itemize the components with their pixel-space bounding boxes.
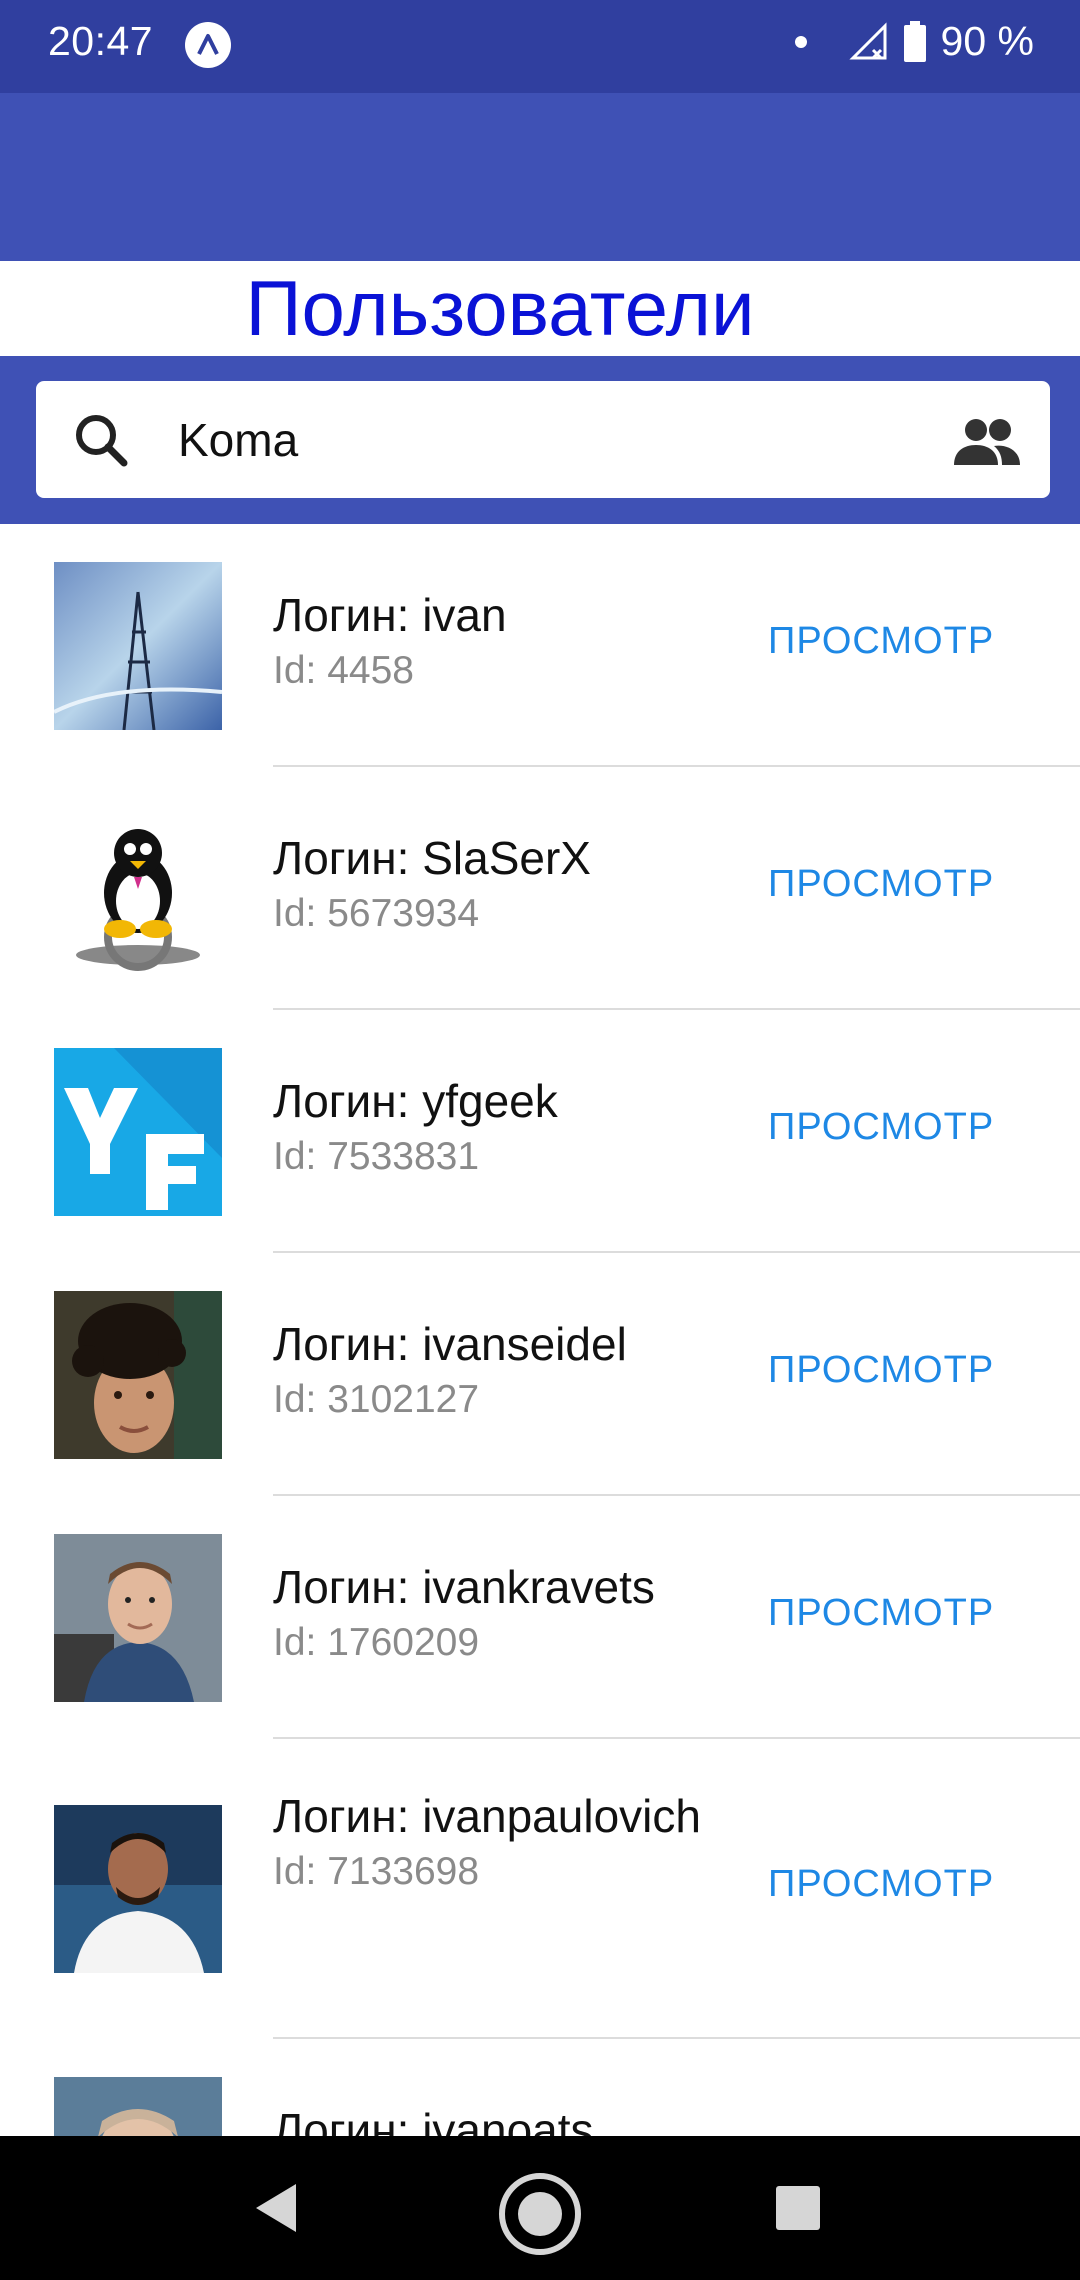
user-login: Логин: ivanoats bbox=[273, 2104, 594, 2136]
item-text: Логин: ivanseidel Id: 3102127 bbox=[273, 1315, 733, 1425]
avatar bbox=[54, 805, 222, 973]
avatar bbox=[54, 562, 222, 730]
app-notification-icon bbox=[185, 22, 231, 68]
list-item[interactable]: Логин: ivanseidel Id: 3102127 ПРОСМОТР bbox=[0, 1253, 1080, 1496]
user-id: Id: 5673934 bbox=[273, 892, 480, 935]
user-login: Логин: ivanseidel bbox=[273, 1318, 627, 1370]
portrait-curly-hair-icon bbox=[54, 1291, 222, 1459]
battery-icon bbox=[903, 20, 926, 62]
list-item[interactable]: Логин: yfgeek Id: 7533831 ПРОСМОТР bbox=[0, 1010, 1080, 1253]
status-time: 20:47 bbox=[48, 18, 154, 64]
list-item[interactable]: Логин: ivanpaulovich Id: 7133698 ПРОСМОТ… bbox=[0, 1739, 1080, 2039]
item-text: Логин: SlaSerX Id: 5673934 bbox=[273, 829, 733, 939]
avatar bbox=[54, 1534, 222, 1702]
item-text: Логин: ivankravets Id: 1760209 bbox=[273, 1558, 733, 1668]
user-login: Логин: SlaSerX bbox=[273, 832, 591, 884]
user-id: Id: 1760209 bbox=[273, 1621, 480, 1664]
navigation-bar bbox=[0, 2136, 1080, 2280]
portrait-hoodie-icon bbox=[54, 1534, 222, 1702]
search-band bbox=[0, 356, 1080, 524]
view-button[interactable]: ПРОСМОТР bbox=[768, 1592, 994, 1635]
signal-icon bbox=[848, 21, 887, 59]
app-screen: 20:47 90 % Пользователи Koma Логин: ivan… bbox=[0, 0, 1080, 2280]
battery-percent: 90 % bbox=[940, 18, 1034, 64]
avatar bbox=[54, 1291, 222, 1459]
view-button[interactable]: ПРОСМОТР bbox=[768, 1863, 994, 1906]
recent-apps-icon[interactable] bbox=[776, 2186, 820, 2230]
search-box bbox=[36, 381, 1050, 498]
dot-icon bbox=[794, 35, 807, 48]
penguin-wheelchair-icon bbox=[54, 805, 222, 973]
user-id: Id: 7133698 bbox=[273, 1850, 480, 1893]
item-text: Логин: ivanoats bbox=[273, 2101, 733, 2136]
status-right-group: 90 % bbox=[794, 18, 1034, 65]
home-icon[interactable] bbox=[498, 2172, 582, 2256]
user-login: Логин: yfgeek bbox=[273, 1075, 558, 1127]
users-icon[interactable] bbox=[954, 417, 1020, 465]
avatar bbox=[54, 2077, 222, 2136]
app-bar bbox=[0, 93, 1080, 261]
user-list[interactable]: Логин: ivan Id: 4458 ПРОСМОТР Логин: Sla… bbox=[0, 524, 1080, 2136]
user-login: Логин: ivan bbox=[273, 589, 507, 641]
view-button[interactable]: ПРОСМОТР bbox=[768, 620, 994, 663]
view-button[interactable]: ПРОСМОТР bbox=[768, 1106, 994, 1149]
item-text: Логин: ivanpaulovich Id: 7133698 bbox=[273, 1787, 733, 1897]
user-login: Логин: ivankravets bbox=[273, 1561, 655, 1613]
user-id: Id: 7533831 bbox=[273, 1135, 480, 1178]
yf-logo-icon bbox=[54, 1048, 222, 1216]
status-bar: 20:47 90 % bbox=[0, 0, 1080, 93]
back-icon[interactable] bbox=[252, 2182, 300, 2234]
avatar bbox=[54, 1048, 222, 1216]
list-item[interactable]: Логин: ivankravets Id: 1760209 ПРОСМОТР bbox=[0, 1496, 1080, 1739]
view-button[interactable]: ПРОСМОТР bbox=[768, 863, 994, 906]
avatar bbox=[54, 1805, 222, 1973]
portrait-sea-icon bbox=[54, 1805, 222, 1973]
page-title-text: Пользователи bbox=[245, 264, 755, 352]
list-item[interactable]: Логин: ivanoats bbox=[0, 2039, 1080, 2136]
view-button[interactable]: ПРОСМОТР bbox=[768, 1349, 994, 1392]
list-item[interactable]: Логин: SlaSerX Id: 5673934 ПРОСМОТР bbox=[0, 767, 1080, 1010]
user-id: Id: 4458 bbox=[273, 649, 414, 692]
user-login: Логин: ivanpaulovich bbox=[273, 1790, 701, 1842]
search-icon[interactable] bbox=[72, 411, 130, 469]
item-text: Логин: yfgeek Id: 7533831 bbox=[273, 1072, 733, 1182]
radio-tower-photo-icon bbox=[54, 562, 222, 730]
page-title: Пользователи bbox=[0, 261, 1080, 356]
search-input[interactable] bbox=[178, 401, 938, 479]
user-id: Id: 3102127 bbox=[273, 1378, 480, 1421]
list-item[interactable]: Логин: ivan Id: 4458 ПРОСМОТР bbox=[0, 524, 1080, 767]
item-text: Логин: ivan Id: 4458 bbox=[273, 586, 733, 696]
portrait-partial-icon bbox=[54, 2077, 222, 2136]
